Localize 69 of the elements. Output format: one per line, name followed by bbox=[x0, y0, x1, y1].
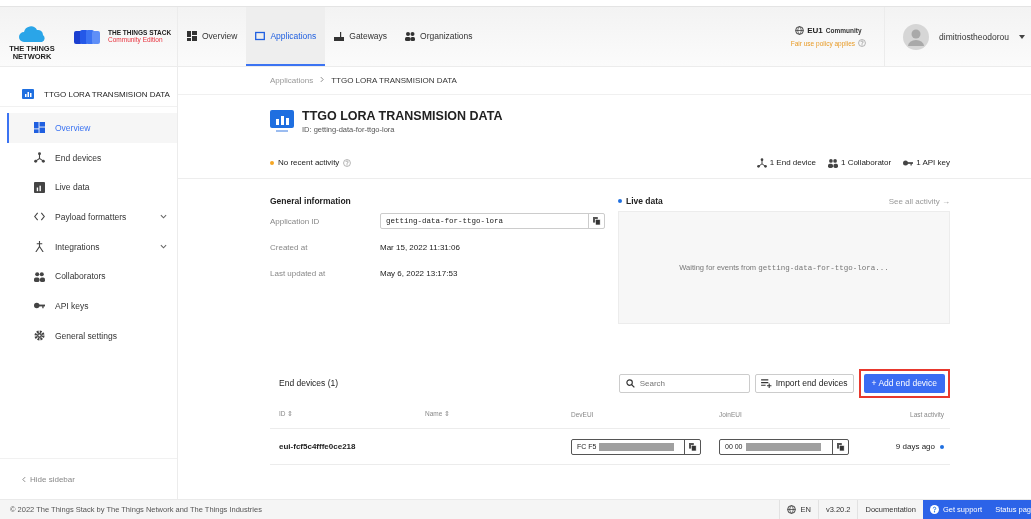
hide-sidebar-link[interactable]: Hide sidebar bbox=[0, 459, 177, 499]
application-name: TTGO LORA TRANSMISION DATA bbox=[44, 90, 170, 99]
status-dot bbox=[270, 160, 274, 165]
activity-status: No recent activity bbox=[278, 158, 340, 167]
sidebar-item[interactable]: Payload formatters bbox=[7, 202, 177, 232]
settings-icon bbox=[34, 330, 45, 342]
field-label: Application ID bbox=[270, 216, 321, 226]
search-icon bbox=[625, 378, 635, 388]
user-menu[interactable]: dimitriostheodorou bbox=[885, 7, 1031, 66]
gateway-icon bbox=[334, 30, 345, 41]
sidebar-item[interactable]: Collaborators bbox=[7, 261, 177, 292]
section-title: General information bbox=[270, 196, 352, 206]
branch-icon bbox=[34, 241, 45, 253]
globe-icon bbox=[787, 505, 797, 514]
help-icon bbox=[929, 505, 939, 514]
app-icon bbox=[22, 88, 34, 101]
sidebar-item[interactable]: Integrations bbox=[7, 231, 177, 262]
copy-icon[interactable] bbox=[688, 442, 697, 451]
help-icon bbox=[858, 39, 867, 47]
application-title: TTGO LORA TRANSMISION DATA bbox=[302, 108, 503, 123]
help-icon bbox=[343, 158, 352, 167]
list-add-icon bbox=[760, 378, 772, 388]
status-dot bbox=[940, 444, 944, 449]
nav-tab[interactable]: Gateways bbox=[325, 7, 397, 66]
nav-tab[interactable]: Organizations bbox=[396, 7, 482, 66]
sidebar-item[interactable]: API keys bbox=[7, 291, 177, 321]
breadcrumb-separator-icon bbox=[320, 76, 325, 85]
app-icon bbox=[270, 109, 294, 133]
sidebar-item[interactable]: Overview bbox=[7, 113, 177, 143]
grid-icon bbox=[187, 30, 197, 41]
nav-tab[interactable]: Applications bbox=[246, 7, 326, 66]
caret-icon bbox=[1019, 34, 1025, 39]
stat-link[interactable]: 1 End device bbox=[756, 157, 816, 168]
search-field[interactable]: Search bbox=[618, 373, 750, 393]
globe-icon bbox=[795, 26, 805, 35]
nav-tab[interactable]: Overview bbox=[178, 7, 247, 66]
import-button[interactable]: Import end devices bbox=[754, 373, 854, 393]
table-cell: 9 days ago bbox=[895, 442, 935, 451]
nodes-icon bbox=[34, 152, 45, 164]
copy-icon[interactable] bbox=[836, 442, 845, 451]
nodes-icon bbox=[756, 157, 767, 168]
people-icon bbox=[34, 270, 45, 282]
window-icon bbox=[255, 30, 266, 41]
stat-link[interactable]: 1 Collaborator bbox=[827, 157, 892, 168]
code-icon bbox=[34, 211, 45, 223]
table-cell-text: eui-fcf5c4fffe0ce218 bbox=[279, 442, 357, 451]
chevron-left-icon bbox=[22, 475, 26, 483]
breadcrumb-link[interactable]: TTGO LORA TRANSMISION DATA bbox=[331, 76, 457, 85]
sidebar-item[interactable]: Live data bbox=[7, 172, 177, 203]
stat-link[interactable]: 1 API key bbox=[903, 157, 950, 168]
sidebar-item[interactable]: General settings bbox=[7, 320, 177, 351]
section-title: Live data bbox=[626, 196, 663, 206]
sidebar-item[interactable]: End devices bbox=[7, 142, 177, 173]
cluster-name: EU1 bbox=[807, 26, 823, 35]
chart-icon bbox=[34, 181, 45, 193]
field-value: Mar 15, 2022 11:31:06 bbox=[380, 242, 460, 252]
field-label: Last updated at bbox=[270, 268, 327, 278]
status-dot bbox=[618, 199, 622, 203]
stack-logo-icon bbox=[74, 28, 100, 45]
section-title: End devices (1) bbox=[278, 378, 339, 388]
people-icon bbox=[827, 157, 838, 168]
avatar-icon bbox=[903, 23, 930, 50]
cloud-logo-icon[interactable] bbox=[18, 24, 48, 44]
field-label: Created at bbox=[270, 242, 309, 252]
add-end-device-button[interactable]: + Add end device bbox=[863, 373, 945, 393]
grid-icon bbox=[34, 122, 45, 134]
people-icon bbox=[405, 30, 416, 41]
copy-icon[interactable] bbox=[592, 217, 601, 225]
field-value: May 6, 2022 13:17:53 bbox=[380, 268, 458, 278]
